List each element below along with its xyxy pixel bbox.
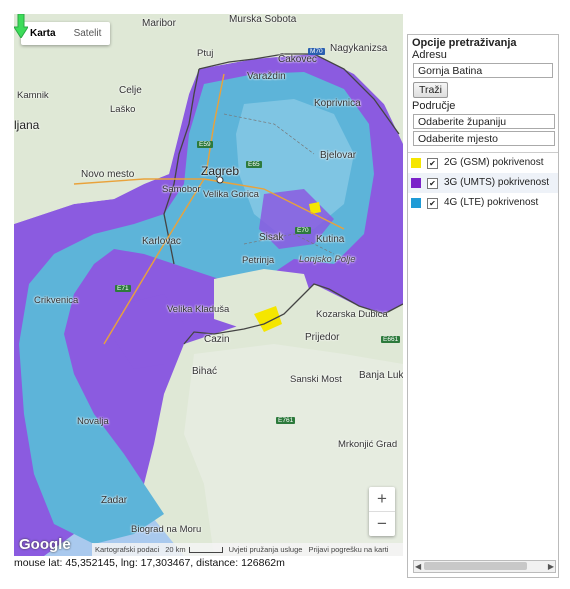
map-label-karlovac: Karlovac xyxy=(142,236,181,247)
map-label-cakovec: Čakovec xyxy=(278,54,317,65)
legend-swatch xyxy=(411,178,421,188)
map-label-crikvenica: Crikvenica xyxy=(34,295,79,306)
map-label-celje: Celje xyxy=(119,85,142,96)
legend-checkbox[interactable]: ✔ xyxy=(427,198,438,209)
map-label-murska: Murska Sobota xyxy=(229,14,297,25)
address-input[interactable]: Gornja Batina xyxy=(413,63,553,78)
google-logo[interactable]: Google xyxy=(19,536,71,553)
legend-checkbox[interactable]: ✔ xyxy=(427,178,438,189)
map-label-petrinja: Petrinja xyxy=(242,255,275,266)
map-label-banjaluka: Banja Luk xyxy=(359,370,403,381)
road-shield-e70: E70 xyxy=(295,227,311,234)
legend-row: ✔ 4G (LTE) pokrivenost xyxy=(408,193,558,213)
legend-swatch xyxy=(411,198,421,208)
county-select[interactable]: Odaberite županiju xyxy=(413,114,555,129)
road-shield-e661: E661 xyxy=(381,336,401,343)
map-label-ljubljana: ljana xyxy=(14,118,40,132)
road-shield-e761: E761 xyxy=(276,417,296,424)
legend-checkbox[interactable]: ✔ xyxy=(427,158,438,169)
road-shield-e59: E59 xyxy=(197,141,213,148)
map-label-koprivnica: Koprivnica xyxy=(314,98,361,109)
road-shield-e71: E71 xyxy=(115,285,131,292)
zoom-out-button[interactable]: − xyxy=(369,512,395,536)
search-options-panel: Opcije pretraživanja Adresu Gornja Batin… xyxy=(407,34,559,578)
scroll-left-icon[interactable]: ◀ xyxy=(415,561,421,572)
map-label-ptuj: Ptuj xyxy=(197,48,214,59)
place-select[interactable]: Odaberite mjesto xyxy=(413,131,555,146)
legend-row: ✔ 2G (GSM) pokrivenost xyxy=(408,153,558,173)
scale-indicator[interactable]: 20 km xyxy=(165,545,223,554)
scrollbar-thumb[interactable] xyxy=(424,562,527,570)
map-label-lonjsko: Lonjsko Polje xyxy=(299,254,356,265)
coverage-map[interactable]: Karta Satelit Maribor Murska Sobota Ptuj Ča… xyxy=(14,14,403,556)
address-label: Adresu xyxy=(412,49,447,61)
search-button[interactable]: Traži xyxy=(413,82,448,98)
map-label-prijedor: Prijedor xyxy=(305,332,340,343)
map-label-nagykanizsa: Nagykanizsa xyxy=(330,43,388,54)
map-label-mrkonjic: Mrkonjić Grad xyxy=(338,439,398,450)
zoom-in-button[interactable]: + xyxy=(369,487,395,511)
map-label-kozarska: Kozarska Dubica xyxy=(316,309,388,320)
map-type-satelit[interactable]: Satelit xyxy=(65,22,111,45)
map-label-zagreb: Zagreb xyxy=(201,164,240,178)
zoom-control: + − xyxy=(369,487,395,536)
map-label-biograd: Biograd na Moru xyxy=(131,524,202,535)
legend-row: ✔ 3G (UMTS) pokrivenost xyxy=(408,173,558,193)
mouse-coordinates-readout: mouse lat: 45,352145, lng: 17,303467, di… xyxy=(14,557,285,569)
map-label-maribor: Maribor xyxy=(142,18,176,29)
scale-bar xyxy=(188,546,223,553)
scroll-right-icon[interactable]: ▶ xyxy=(548,561,554,572)
report-error-link[interactable]: Prijavi pogrešku na karti xyxy=(308,545,388,554)
road-shield-m70: M70 xyxy=(308,48,325,55)
coverage-legend: ✔ 2G (GSM) pokrivenost ✔ 3G (UMTS) pokriven… xyxy=(408,152,558,213)
map-type-control: Karta Satelit xyxy=(21,22,111,45)
road-shield-e65: E65 xyxy=(246,161,262,168)
legend-label: 2G (GSM) pokrivenost xyxy=(444,157,544,168)
map-label-zadar: Zadar xyxy=(101,495,128,506)
map-label-bjelovar: Bjelovar xyxy=(320,150,357,161)
terms-link[interactable]: Uvjeti pružanja usluge xyxy=(229,545,303,554)
map-label-varazdin: Varaždin xyxy=(247,71,286,82)
location-marker-icon[interactable] xyxy=(14,14,28,38)
panel-title: Opcije pretraživanja xyxy=(412,37,517,49)
map-label-lasko: Laško xyxy=(110,104,136,115)
scale-label: 20 km xyxy=(165,545,186,554)
map-label-novomesto: Novo mesto xyxy=(81,169,135,180)
map-label-sisak: Sisak xyxy=(259,232,284,243)
map-label-velikagorica: Velika Gorica xyxy=(203,189,259,200)
area-label: Područje xyxy=(412,100,456,112)
map-attribution: Kartografski podaci 20 km Uvjeti pružanj… xyxy=(92,543,403,556)
map-label-kutina: Kutina xyxy=(316,234,345,245)
panel-horizontal-scrollbar[interactable]: ◀ ▶ xyxy=(413,560,556,573)
map-label-kamnik: Kamnik xyxy=(17,90,49,101)
map-label-samobor: Samobor xyxy=(162,184,201,195)
map-label-sanskimost: Sanski Most xyxy=(290,374,342,385)
legend-label: 3G (UMTS) pokrivenost xyxy=(444,177,550,188)
map-label-bihac: Bihać xyxy=(192,366,218,377)
map-label-velikakladusa: Velika Kladuša xyxy=(167,304,230,315)
map-label-novalja: Novalja xyxy=(77,416,109,427)
legend-label: 4G (LTE) pokrivenost xyxy=(444,197,539,208)
map-canvas[interactable] xyxy=(14,14,403,556)
legend-swatch xyxy=(411,158,421,168)
map-label-cazin: Cazin xyxy=(204,334,230,345)
map-data-link[interactable]: Kartografski podaci xyxy=(95,545,159,554)
